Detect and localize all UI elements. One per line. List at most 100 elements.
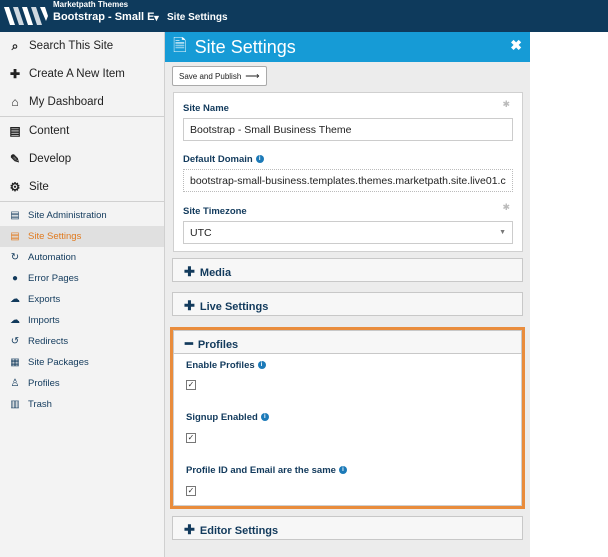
sidebar-item-label: Error Pages xyxy=(28,273,79,284)
info-icon[interactable]: i xyxy=(255,155,264,164)
sidebar-item-label: Content xyxy=(29,125,70,137)
gear-icon: ⚙ xyxy=(9,180,21,194)
sidebar-item-label: Exports xyxy=(28,294,61,305)
info-icon[interactable]: i xyxy=(257,361,266,370)
required-icon: ✱ xyxy=(502,202,510,212)
section-media-label: Media xyxy=(199,267,232,279)
save-and-publish-button[interactable]: Save and Publish ⟶ xyxy=(172,66,267,86)
sidebar-item-site-settings[interactable]: ▤ Site Settings xyxy=(0,226,164,247)
marketpath-logo-icon[interactable] xyxy=(4,5,48,27)
plus-icon: ✚ xyxy=(184,264,195,279)
section-live-settings-label: Live Settings xyxy=(199,301,269,313)
info-icon[interactable]: i xyxy=(260,413,269,422)
profile-id-email-same-text: Profile ID and Email are the same xyxy=(186,465,336,476)
sidebar-item-search[interactable]: ⌕ Search This Site xyxy=(0,32,164,60)
home-icon: ⌂ xyxy=(11,95,19,109)
sidebar-item-label: Automation xyxy=(28,252,77,263)
close-icon[interactable]: ✖ xyxy=(510,37,522,54)
plus-icon: ✚ xyxy=(184,522,195,537)
brand-subtitle: Marketpath Themes xyxy=(53,0,129,9)
cloud-export-icon: ☁ xyxy=(10,294,20,305)
redirect-icon: ↺ xyxy=(10,336,20,347)
chevron-down-icon[interactable]: ▼ xyxy=(152,13,161,23)
sidebar-item-error-pages[interactable]: ● Error Pages xyxy=(0,268,164,289)
signup-enabled-text: Signup Enabled xyxy=(186,412,258,423)
sidebar-item-label: Search This Site xyxy=(29,40,114,52)
default-domain-field[interactable]: bootstrap-small-business.templates.theme… xyxy=(183,169,513,192)
breadcrumb[interactable]: Site Settings xyxy=(167,12,228,23)
document-icon: ▤ xyxy=(10,231,20,242)
sidebar-item-site-administration[interactable]: ▤ Site Administration xyxy=(0,205,164,226)
profile-id-email-same-label: Profile ID and Email are the same i xyxy=(186,465,347,476)
sidebar-item-site[interactable]: ⚙ Site xyxy=(0,173,164,201)
sidebar-item-create[interactable]: ✚ Create A New Item xyxy=(0,60,164,88)
arrow-right-icon: ⟶ xyxy=(245,70,260,82)
sidebar-item-label: Create A New Item xyxy=(29,68,125,80)
signup-enabled-checkbox[interactable]: ✓ xyxy=(186,433,196,443)
save-and-publish-label: Save and Publish xyxy=(179,71,242,81)
top-bar: Marketpath Themes Bootstrap - Small E ▼ … xyxy=(0,0,608,32)
sidebar-item-label: My Dashboard xyxy=(29,96,104,108)
sidebar-item-content[interactable]: ▤ Content xyxy=(0,117,164,145)
sidebar-item-label: Imports xyxy=(28,315,60,326)
sidebar-item-label: Redirects xyxy=(28,336,69,347)
sidebar-item-develop[interactable]: ✎ Develop xyxy=(0,145,164,173)
sidebar-item-label: Site xyxy=(29,181,49,193)
automation-icon: ↻ xyxy=(10,252,20,263)
info-icon[interactable]: i xyxy=(338,466,347,475)
plus-icon: ✚ xyxy=(184,298,195,313)
section-live-settings[interactable]: ✚ Live Settings xyxy=(172,292,523,316)
sidebar-item-label: Profiles xyxy=(28,378,60,389)
signup-enabled-label: Signup Enabled i xyxy=(186,412,269,423)
sidebar-item-exports[interactable]: ☁ Exports xyxy=(0,289,164,310)
section-editor-settings-label: Editor Settings xyxy=(199,525,279,537)
sidebar-item-trash[interactable]: ▥ Trash xyxy=(0,394,164,415)
section-profiles-label: Profiles xyxy=(197,339,239,351)
sidebar-item-label: Develop xyxy=(29,153,72,165)
enable-profiles-text: Enable Profiles xyxy=(186,360,255,371)
sidebar-item-site-packages[interactable]: ▦ Site Packages xyxy=(0,352,164,373)
alert-icon: ● xyxy=(11,273,19,284)
sidebar-item-dashboard[interactable]: ⌂ My Dashboard xyxy=(0,88,164,116)
section-profiles[interactable]: ━ Profiles xyxy=(173,330,522,354)
document-icon: ▤ xyxy=(10,210,20,221)
cloud-import-icon: ☁ xyxy=(10,315,20,326)
general-settings-card: Site Name ✱ Bootstrap - Small Business T… xyxy=(173,92,523,252)
profile-id-email-same-checkbox[interactable]: ✓ xyxy=(186,486,196,496)
section-editor-settings[interactable]: ✚ Editor Settings xyxy=(172,516,523,540)
sidebar-item-imports[interactable]: ☁ Imports xyxy=(0,310,164,331)
sidebar-item-label: Site Settings xyxy=(28,231,82,242)
site-timezone-select[interactable]: UTC ▼ xyxy=(183,221,513,244)
site-selector[interactable]: Bootstrap - Small E xyxy=(53,11,154,23)
enable-profiles-label: Enable Profiles i xyxy=(186,360,266,371)
sidebar-item-profiles[interactable]: ♙ Profiles xyxy=(0,373,164,394)
document-icon: ▤ xyxy=(9,124,21,138)
site-timezone-label: Site Timezone xyxy=(183,206,247,217)
profiles-body: Enable Profiles i ✓ Signup Enabled i ✓ Pro… xyxy=(173,354,522,506)
sidebar-item-automation[interactable]: ↻ Automation xyxy=(0,247,164,268)
required-icon: ✱ xyxy=(502,99,510,109)
site-settings-panel: 🗎 Site Settings ✖ Save and Publish ⟶ Sit… xyxy=(165,32,530,557)
site-timezone-value: UTC xyxy=(190,227,212,239)
profiles-highlight: ━ Profiles Enable Profiles i ✓ Signup Enab… xyxy=(170,327,525,509)
sidebar-item-label: Trash xyxy=(28,399,52,410)
sidebar-item-label: Site Packages xyxy=(28,357,89,368)
trash-icon: ▥ xyxy=(10,399,20,410)
section-media[interactable]: ✚ Media xyxy=(172,258,523,282)
site-name-input[interactable]: Bootstrap - Small Business Theme xyxy=(183,118,513,141)
panel-header: 🗎 Site Settings ✖ xyxy=(165,32,530,62)
sidebar-item-redirects[interactable]: ↺ Redirects xyxy=(0,331,164,352)
default-domain-text: Default Domain xyxy=(183,154,253,165)
enable-profiles-checkbox[interactable]: ✓ xyxy=(186,380,196,390)
sidebar: ⌕ Search This Site ✚ Create A New Item ⌂… xyxy=(0,32,165,557)
user-icon: ♙ xyxy=(10,378,20,389)
site-name-label: Site Name xyxy=(183,103,229,114)
develop-icon: ✎ xyxy=(9,152,21,166)
minus-icon: ━ xyxy=(185,336,193,351)
sidebar-item-label: Site Administration xyxy=(28,210,107,221)
default-domain-label: Default Domain i xyxy=(183,154,264,165)
panel-title: Site Settings xyxy=(194,36,296,57)
chevron-down-icon: ▼ xyxy=(499,229,506,236)
document-icon: 🗎 xyxy=(173,35,187,55)
package-icon: ▦ xyxy=(10,357,20,368)
